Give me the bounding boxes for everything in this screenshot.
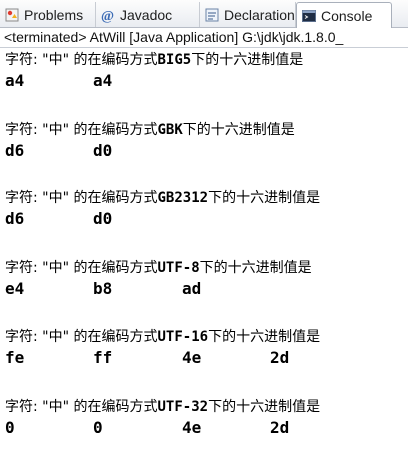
output-block: 字符: "中" 的在编码方式GBK下的十六进制值是 d6 d0 — [5, 120, 405, 162]
description-suffix: 下的十六进制值是 — [191, 52, 304, 68]
description-prefix: 字符: "中" 的在编码方式 — [5, 52, 158, 68]
description-suffix: 下的十六进制值是 — [182, 122, 295, 138]
hex-value: d0 — [93, 141, 113, 160]
tab-label: Javadoc — [120, 6, 173, 23]
encoding-name: UTF-32 — [157, 399, 209, 415]
hex-value: a4 — [5, 71, 25, 90]
encoding-description: 字符: "中" 的在编码方式UTF-16下的十六进制值是 — [5, 327, 405, 347]
description-prefix: 字符: "中" 的在编码方式 — [5, 260, 158, 276]
description-suffix: 下的十六进制值是 — [199, 260, 312, 276]
encoding-name: UTF-16 — [157, 329, 209, 345]
problems-icon — [5, 8, 19, 21]
process-status: <terminated> AtWill [Java Application] G… — [0, 28, 408, 48]
tab-problems[interactable]: Problems — [0, 2, 96, 27]
javadoc-icon: @ — [101, 9, 114, 23]
output-block: 字符: "中" 的在编码方式GB2312下的十六进制值是 d6 d0 — [5, 188, 405, 230]
hex-values-row: 0 0 4e 2d — [5, 417, 405, 439]
hex-value: a4 — [93, 71, 113, 90]
encoding-description: 字符: "中" 的在编码方式GB2312下的十六进制值是 — [5, 188, 405, 208]
description-suffix: 下的十六进制值是 — [208, 329, 321, 345]
tab-label: Console — [321, 7, 373, 24]
encoding-name: BIG5 — [157, 52, 192, 68]
encoding-name: GB2312 — [157, 190, 209, 206]
hex-value: 4e — [182, 418, 202, 437]
description-prefix: 字符: "中" 的在编码方式 — [5, 399, 158, 415]
description-suffix: 下的十六进制值是 — [208, 190, 321, 206]
hex-value: d0 — [93, 209, 113, 228]
encoding-name: UTF-8 — [157, 260, 200, 276]
console-icon — [302, 9, 316, 22]
hex-value: d6 — [5, 209, 25, 228]
tab-declaration[interactable]: Declaration — [200, 2, 296, 27]
hex-value: 0 — [93, 418, 103, 437]
encoding-description: 字符: "中" 的在编码方式BIG5下的十六进制值是 — [5, 50, 405, 70]
encoding-name: GBK — [157, 122, 183, 138]
tab-console[interactable]: Console — [296, 2, 392, 28]
hex-value: 0 — [5, 418, 15, 437]
description-prefix: 字符: "中" 的在编码方式 — [5, 329, 158, 345]
tab-label: Problems — [24, 6, 84, 23]
encoding-description: 字符: "中" 的在编码方式GBK下的十六进制值是 — [5, 120, 405, 140]
hex-values-row: e4 b8 ad — [5, 278, 405, 300]
hex-value: d6 — [5, 141, 25, 160]
output-block: 字符: "中" 的在编码方式UTF-8下的十六进制值是 e4 b8 ad — [5, 258, 405, 300]
description-prefix: 字符: "中" 的在编码方式 — [5, 122, 158, 138]
console-output: 字符: "中" 的在编码方式BIG5下的十六进制值是 a4 a4 字符: "中"… — [0, 48, 408, 471]
encoding-description: 字符: "中" 的在编码方式UTF-8下的十六进制值是 — [5, 258, 405, 278]
hex-value: e4 — [5, 279, 25, 298]
hex-values-row: d6 d0 — [5, 208, 405, 230]
hex-value: 2d — [270, 348, 290, 367]
encoding-description: 字符: "中" 的在编码方式UTF-32下的十六进制值是 — [5, 397, 405, 417]
output-block: 字符: "中" 的在编码方式UTF-16下的十六进制值是 fe ff 4e 2d — [5, 327, 405, 369]
hex-value: fe — [5, 348, 25, 367]
output-block: 字符: "中" 的在编码方式BIG5下的十六进制值是 a4 a4 — [5, 50, 405, 92]
hex-values-row: a4 a4 — [5, 70, 405, 92]
hex-value: 4e — [182, 348, 202, 367]
view-tab-bar: Problems @ Javadoc Declaration Console — [0, 0, 408, 28]
hex-value: ad — [182, 279, 202, 298]
svg-text:@: @ — [101, 9, 114, 23]
description-suffix: 下的十六进制值是 — [208, 399, 321, 415]
hex-values-row: d6 d0 — [5, 140, 405, 162]
output-block: 字符: "中" 的在编码方式UTF-32下的十六进制值是 0 0 4e 2d — [5, 397, 405, 439]
hex-values-row: fe ff 4e 2d — [5, 347, 405, 369]
hex-value: b8 — [93, 279, 113, 298]
description-prefix: 字符: "中" 的在编码方式 — [5, 190, 158, 206]
declaration-icon — [205, 8, 219, 21]
hex-value: ff — [93, 348, 113, 367]
tab-label: Declaration — [224, 6, 295, 23]
tab-javadoc[interactable]: @ Javadoc — [96, 2, 200, 27]
hex-value: 2d — [270, 418, 290, 437]
